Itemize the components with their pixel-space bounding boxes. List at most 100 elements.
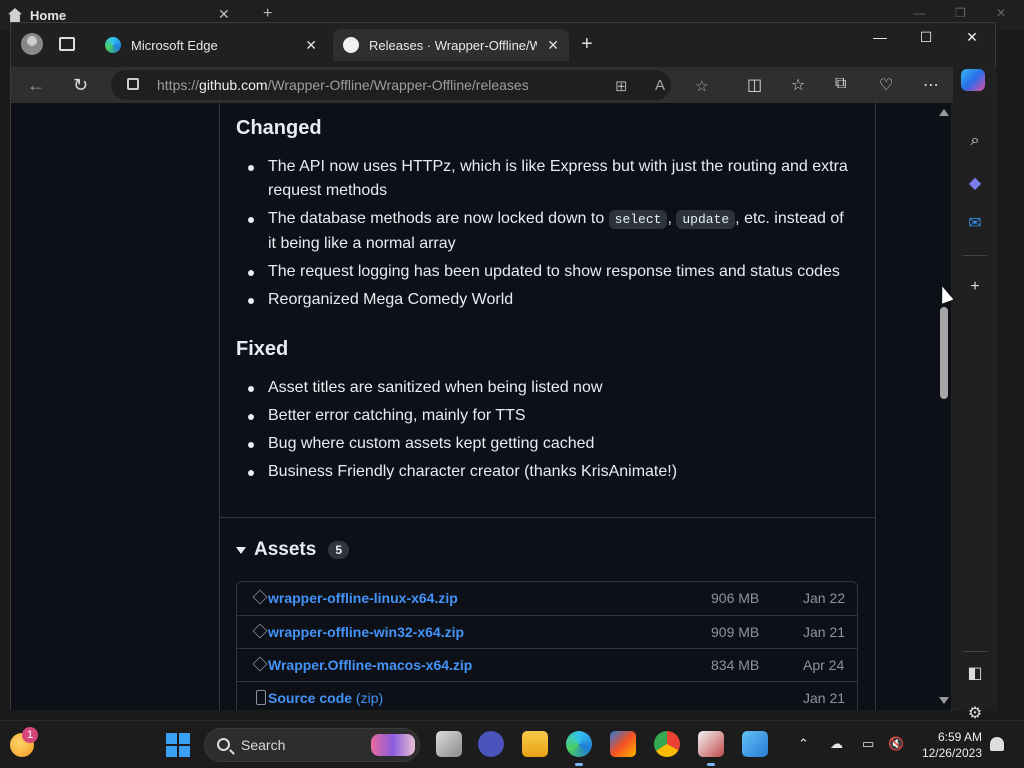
asset-row: wrapper-offline-win32-x64.zip 909 MB Jan…: [237, 615, 857, 648]
back-arrow-icon[interactable]: ←: [27, 75, 45, 96]
maximize-button[interactable]: ☐: [903, 23, 949, 51]
address-bar[interactable]: https://github.com/Wrapper-Offline/Wrapp…: [111, 70, 708, 100]
changed-heading: Changed: [236, 117, 322, 139]
release-card: Changed The API now uses HTTPz, which is…: [219, 103, 876, 710]
task-view-icon[interactable]: [436, 731, 462, 757]
scroll-down-arrow-icon[interactable]: [939, 697, 949, 704]
microsoft-store-icon[interactable]: [610, 731, 636, 757]
favorite-star-icon[interactable]: ☆: [695, 77, 708, 95]
more-menu-icon[interactable]: ⋯: [923, 75, 939, 95]
network-icon[interactable]: ▭: [862, 736, 874, 752]
asset-date: Apr 24: [803, 657, 845, 673]
url-text[interactable]: https://github.com/Wrapper-Offline/Wrapp…: [157, 77, 529, 93]
read-aloud-icon[interactable]: A: [655, 77, 665, 94]
list-item: Asset titles are sanitized when being li…: [248, 376, 852, 400]
edge-window: Microsoft Edge ✕ Releases · Wrapper-Offl…: [10, 22, 997, 722]
sidebar-divider: [963, 651, 987, 652]
edge-logo-icon: [105, 37, 121, 53]
navigation-toolbar: ← ↻ https://github.com/Wrapper-Offline/W…: [11, 67, 995, 103]
list-item-text: The database methods are now locked down…: [268, 210, 609, 227]
search-icon[interactable]: ⌕: [965, 131, 985, 151]
tab-microsoft-edge[interactable]: Microsoft Edge ✕: [95, 29, 327, 61]
favorites-icon[interactable]: ☆: [791, 75, 805, 95]
package-icon: [252, 656, 268, 672]
windows-logo-icon: [166, 746, 177, 757]
show-hidden-icons-chevron-icon[interactable]: ⌃: [798, 736, 809, 752]
zip-file-icon: [256, 690, 266, 705]
asset-link[interactable]: Source code (zip): [268, 690, 383, 706]
notifications-bell-icon[interactable]: [990, 737, 1004, 751]
inline-code: select: [608, 210, 668, 229]
list-item: Business Friendly character creator (tha…: [248, 460, 852, 484]
asset-link[interactable]: wrapper-offline-linux-x64.zip: [268, 590, 458, 606]
minimize-icon[interactable]: —: [913, 6, 925, 20]
changed-list: The API now uses HTTPz, which is like Ex…: [248, 155, 852, 316]
system-clock[interactable]: 6:59 AM 12/26/2023: [914, 729, 982, 761]
package-icon: [252, 623, 268, 639]
copilot-sidebar-icon[interactable]: ◆: [965, 173, 985, 193]
tab-releases[interactable]: Releases · Wrapper-Offline/Wrap ✕: [333, 29, 569, 61]
asset-suffix: (zip): [355, 690, 384, 706]
profile-avatar[interactable]: [21, 33, 43, 55]
volume-muted-icon[interactable]: 🔇: [888, 736, 904, 752]
scroll-up-arrow-icon[interactable]: [939, 109, 949, 116]
new-tab-icon[interactable]: +: [581, 34, 593, 54]
tab-close-icon[interactable]: ✕: [305, 37, 317, 54]
notification-badge: 1: [22, 727, 38, 743]
edge-sidebar: ⌕ ◆ ✉ + ◧ ⚙: [953, 67, 997, 722]
close-button[interactable]: ✕: [949, 23, 995, 51]
fixed-list: Asset titles are sanitized when being li…: [248, 376, 852, 488]
refresh-icon[interactable]: ↻: [73, 75, 88, 96]
file-explorer-icon[interactable]: [522, 731, 548, 757]
browser-essentials-icon[interactable]: ♡: [879, 75, 893, 95]
windows-logo-icon: [166, 733, 177, 744]
outlook-icon[interactable]: ✉: [965, 213, 985, 233]
windows-logo-icon: [179, 746, 190, 757]
desktop: Home ✕ + — ❐ ✕ Microsoft Edge ✕ Releases…: [0, 0, 1024, 768]
split-screen-icon[interactable]: ◫: [747, 75, 762, 95]
taskbar-search[interactable]: Search: [204, 728, 420, 762]
photos-icon[interactable]: [742, 731, 768, 757]
asset-link[interactable]: wrapper-offline-win32-x64.zip: [268, 624, 464, 640]
scrollbar-thumb[interactable]: [940, 307, 948, 399]
asset-name: Source code: [268, 690, 353, 706]
collections-icon[interactable]: ⧉: [835, 75, 846, 93]
teams-icon[interactable]: [478, 731, 504, 757]
asset-row: Wrapper.Offline-macos-x64.zip 834 MB Apr…: [237, 648, 857, 681]
asset-date: Jan 22: [803, 590, 846, 606]
list-item: The request logging has been updated to …: [248, 260, 852, 284]
tab-actions-icon[interactable]: [59, 37, 75, 51]
assets-toggle[interactable]: Assets 5: [236, 539, 350, 561]
list-item: Bug where custom assets kept getting cac…: [248, 432, 852, 456]
lock-icon[interactable]: [127, 78, 139, 90]
start-button[interactable]: [166, 733, 190, 757]
restore-icon[interactable]: ❐: [955, 6, 966, 20]
page-scrollbar[interactable]: [937, 103, 951, 710]
url-path: /Wrapper-Offline/Wrapper-Offline/release…: [267, 77, 529, 93]
background-new-tab-icon[interactable]: +: [263, 5, 272, 23]
windows-logo-icon: [179, 733, 190, 744]
hide-sidebar-icon[interactable]: ◧: [965, 663, 985, 683]
list-item: The API now uses HTTPz, which is like Ex…: [248, 155, 852, 203]
app-available-icon[interactable]: ⊞: [615, 77, 628, 95]
asset-row: wrapper-offline-linux-x64.zip 906 MB Jan…: [237, 582, 857, 615]
github-release-page: Changed The API now uses HTTPz, which is…: [11, 103, 937, 710]
tab-label: Microsoft Edge: [131, 37, 218, 53]
asset-link[interactable]: Wrapper.Offline-macos-x64.zip: [268, 657, 472, 673]
assets-list: wrapper-offline-linux-x64.zip 906 MB Jan…: [236, 581, 858, 710]
close-icon[interactable]: ✕: [996, 6, 1006, 20]
asset-size: 909 MB: [711, 624, 760, 640]
tab-close-icon[interactable]: ✕: [547, 37, 559, 54]
list-item: The database methods are now locked down…: [248, 207, 852, 256]
package-icon: [252, 589, 268, 605]
minimize-button[interactable]: —: [857, 23, 903, 51]
onedrive-icon[interactable]: ☁: [830, 736, 843, 752]
triangle-down-icon: [236, 546, 246, 554]
snipping-tool-icon[interactable]: [698, 731, 724, 766]
chrome-icon[interactable]: [654, 731, 680, 757]
add-icon[interactable]: +: [965, 277, 985, 297]
background-tab-label: Home: [30, 7, 67, 23]
background-tab-close-icon[interactable]: ✕: [218, 6, 230, 23]
copilot-icon[interactable]: [961, 69, 985, 91]
edge-taskbar-icon[interactable]: [566, 731, 592, 766]
